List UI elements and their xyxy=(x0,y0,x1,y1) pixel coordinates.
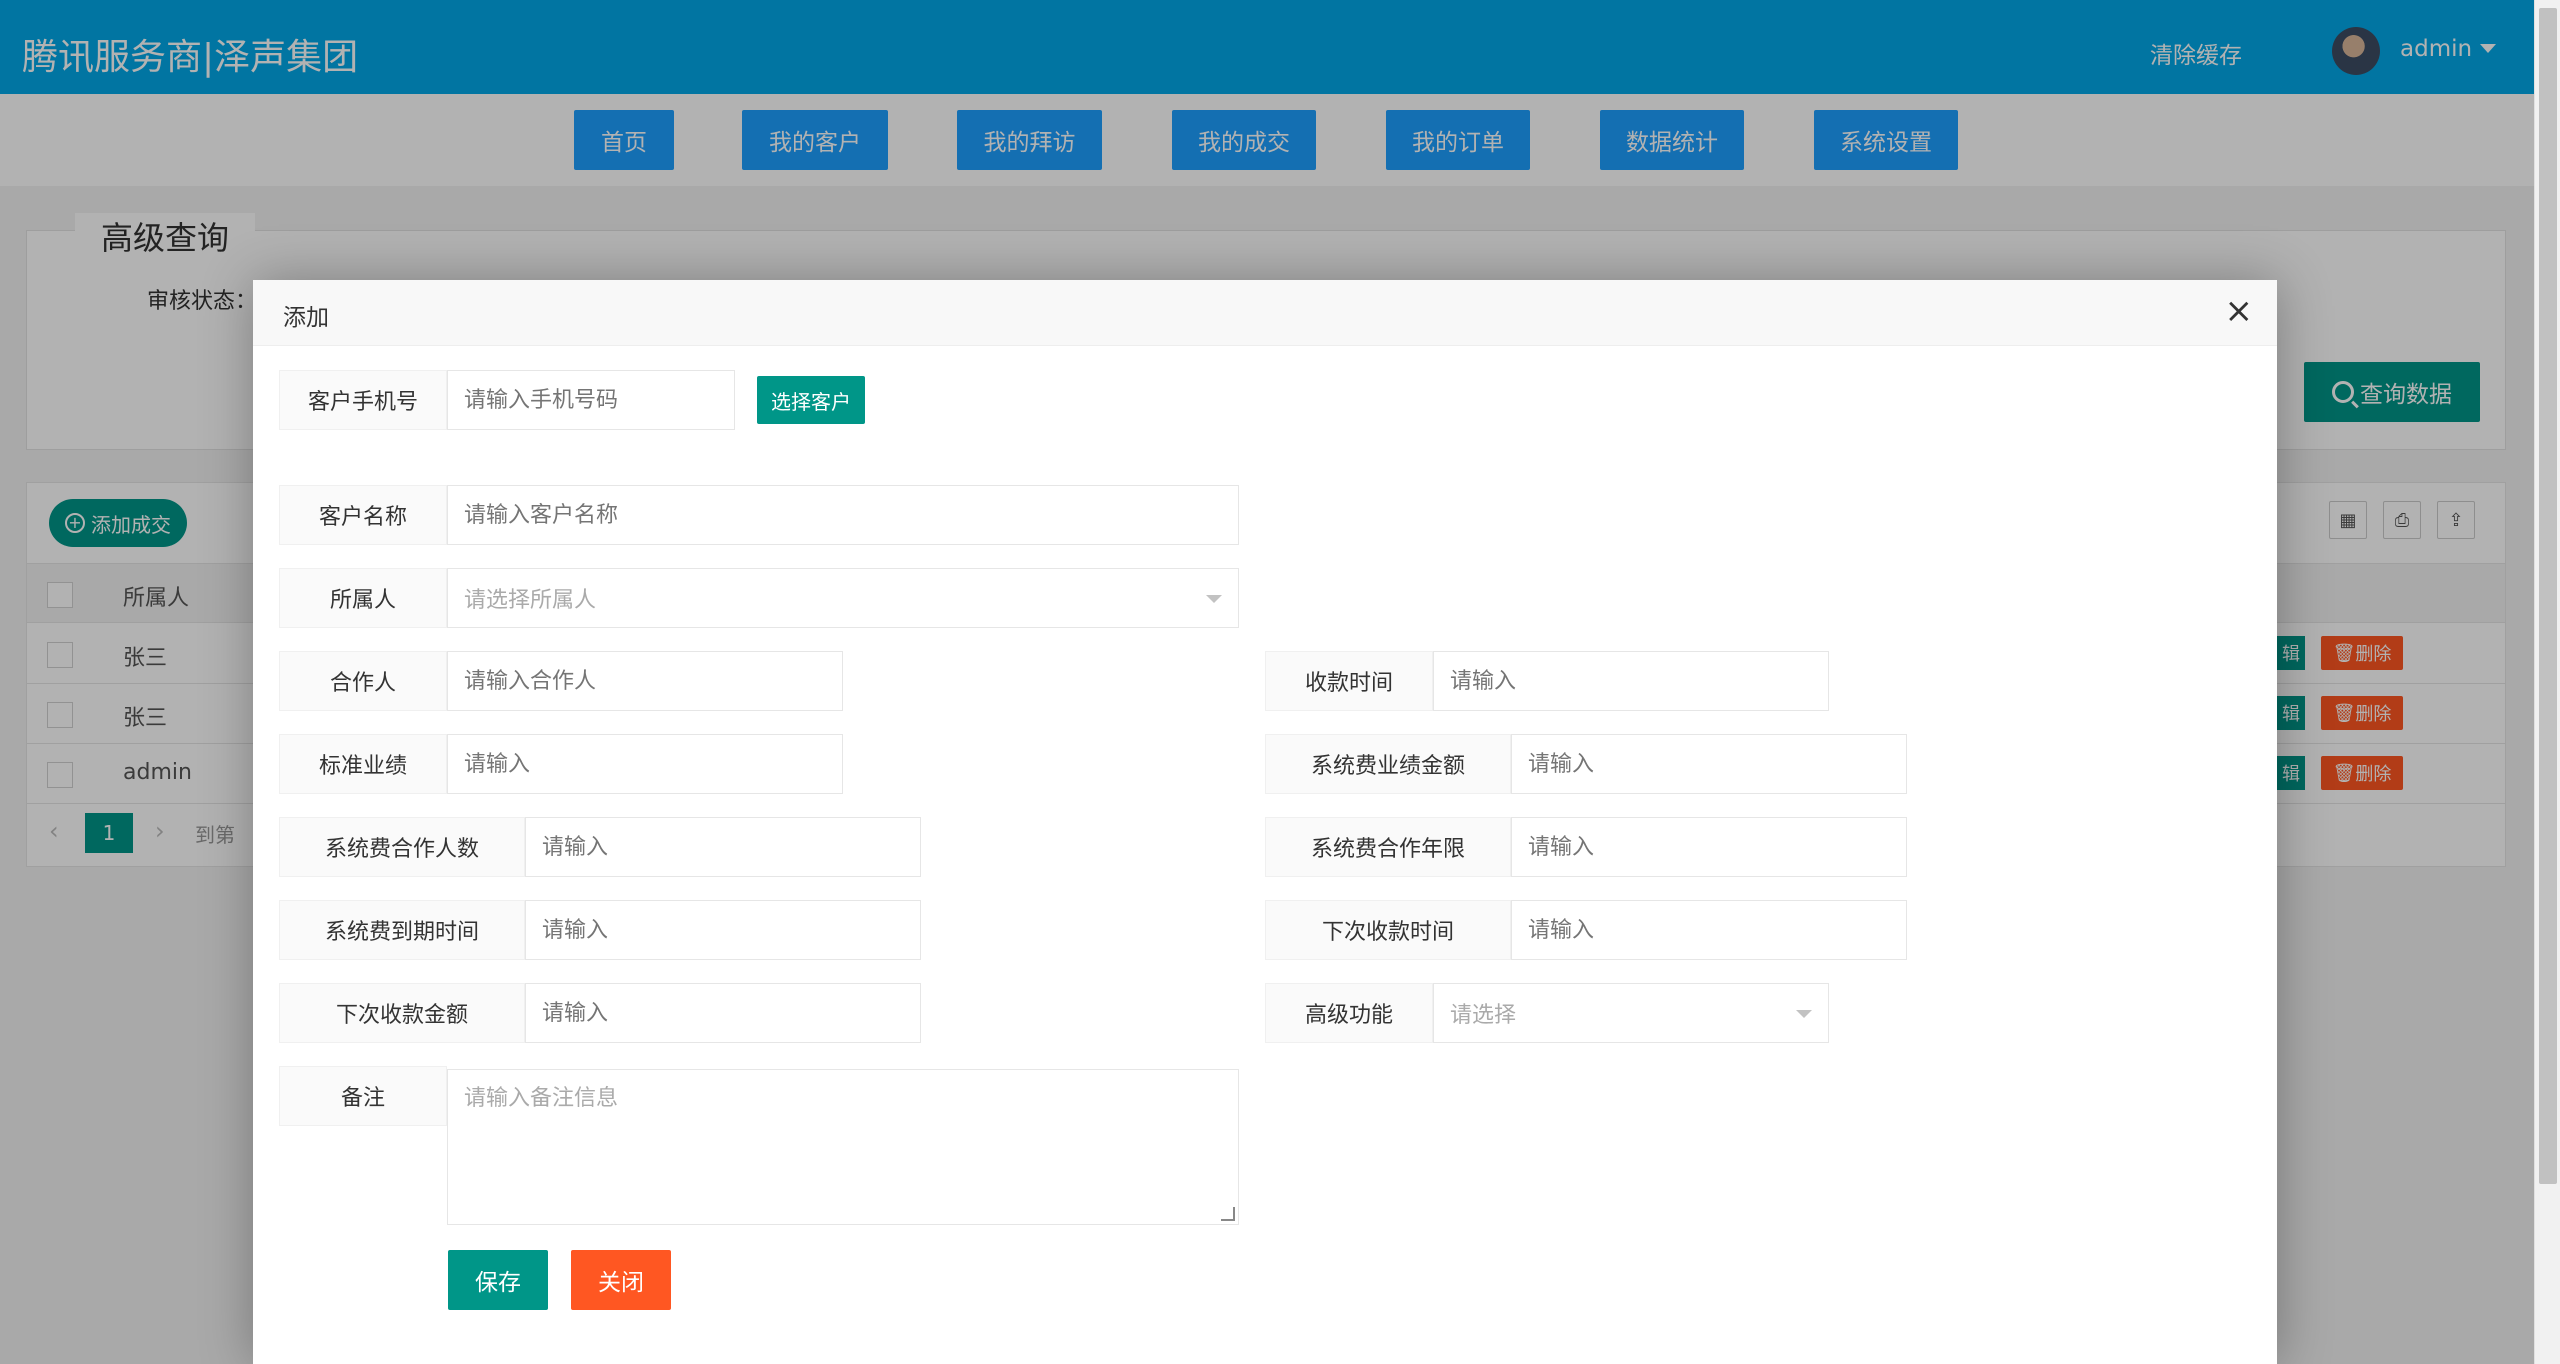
next-pay-amount-label: 下次收款金额 xyxy=(279,983,525,1043)
sys-fee-years-label: 系统费合作年限 xyxy=(1265,817,1511,877)
chevron-down-icon xyxy=(1206,595,1222,603)
modal-header: 添加 × xyxy=(253,280,2277,346)
sys-fee-expire-label: 系统费到期时间 xyxy=(279,900,525,960)
sys-fee-amount-input[interactable] xyxy=(1511,734,1907,794)
owner-select[interactable]: 请选择所属人 xyxy=(447,568,1239,628)
owner-select-placeholder: 请选择所属人 xyxy=(464,588,597,613)
sys-fee-partners-input[interactable] xyxy=(525,817,921,877)
save-button[interactable]: 保存 xyxy=(448,1250,548,1310)
phone-label: 客户手机号 xyxy=(279,370,447,430)
remark-placeholder: 请输入备注信息 xyxy=(464,1086,619,1111)
next-pay-amount-input[interactable] xyxy=(525,983,921,1043)
next-pay-time-label: 下次收款时间 xyxy=(1265,900,1511,960)
chevron-down-icon xyxy=(1796,1010,1812,1018)
owner-label: 所属人 xyxy=(279,568,447,628)
sys-fee-expire-input[interactable] xyxy=(525,900,921,960)
advanced-select-placeholder: 请选择 xyxy=(1450,1003,1517,1028)
std-perf-input[interactable] xyxy=(447,734,843,794)
page-scrollbar[interactable] xyxy=(2534,0,2560,1364)
std-perf-label: 标准业绩 xyxy=(279,734,447,794)
sys-fee-partners-label: 系统费合作人数 xyxy=(279,817,525,877)
resize-handle-icon[interactable] xyxy=(1221,1207,1235,1221)
customer-name-input[interactable] xyxy=(447,485,1239,545)
remark-textarea[interactable]: 请输入备注信息 xyxy=(447,1069,1239,1225)
scrollbar-thumb[interactable] xyxy=(2539,8,2557,1184)
modal-title: 添加 xyxy=(283,305,329,331)
sys-fee-amount-label: 系统费业绩金额 xyxy=(1265,734,1511,794)
choose-customer-button[interactable]: 选择客户 xyxy=(757,376,865,424)
next-pay-time-input[interactable] xyxy=(1511,900,1907,960)
sys-fee-years-input[interactable] xyxy=(1511,817,1907,877)
close-icon[interactable]: × xyxy=(2225,294,2254,328)
partner-input[interactable] xyxy=(447,651,843,711)
add-deal-modal: 添加 × 客户手机号 选择客户 客户名称 所属人 请选择所属人 合作人 收款时间… xyxy=(253,280,2277,1364)
advanced-feature-select[interactable]: 请选择 xyxy=(1433,983,1829,1043)
advanced-feature-label: 高级功能 xyxy=(1265,983,1433,1043)
close-button[interactable]: 关闭 xyxy=(571,1250,671,1310)
pay-time-label: 收款时间 xyxy=(1265,651,1433,711)
phone-input[interactable] xyxy=(447,370,735,430)
remark-label: 备注 xyxy=(279,1066,447,1126)
pay-time-input[interactable] xyxy=(1433,651,1829,711)
customer-name-label: 客户名称 xyxy=(279,485,447,545)
partner-label: 合作人 xyxy=(279,651,447,711)
